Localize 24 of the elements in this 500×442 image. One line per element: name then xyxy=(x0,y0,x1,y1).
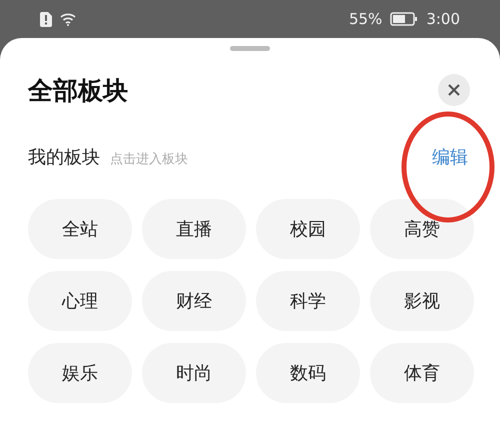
battery-percentage: 55% xyxy=(348,10,382,28)
close-button[interactable] xyxy=(438,74,470,106)
section-hint: 点击进入板块 xyxy=(110,151,189,168)
category-chip[interactable]: 时尚 xyxy=(142,343,246,403)
category-chip[interactable]: 体育 xyxy=(370,343,474,403)
sheet-title: 全部板块 xyxy=(28,74,128,106)
category-chip[interactable]: 校园 xyxy=(256,199,360,259)
close-icon xyxy=(448,84,460,96)
category-chip[interactable]: 影视 xyxy=(370,271,474,331)
category-chip[interactable]: 直播 xyxy=(142,199,246,259)
category-chip[interactable]: 财经 xyxy=(142,271,246,331)
clock-time: 3:00 xyxy=(426,10,460,28)
drag-handle[interactable] xyxy=(230,46,270,51)
sim-alert-icon xyxy=(40,12,52,26)
section-title: 我的板块 xyxy=(28,146,100,169)
battery-icon xyxy=(390,12,418,26)
category-chip[interactable]: 科学 xyxy=(256,271,360,331)
category-chip[interactable]: 娱乐 xyxy=(28,343,132,403)
category-chip[interactable]: 数码 xyxy=(256,343,360,403)
edit-link[interactable]: 编辑 xyxy=(432,145,468,169)
category-chip[interactable]: 高赞 xyxy=(370,199,474,259)
category-chip[interactable]: 心理 xyxy=(28,271,132,331)
wifi-icon xyxy=(60,12,78,26)
category-chip[interactable]: 全站 xyxy=(28,199,132,259)
